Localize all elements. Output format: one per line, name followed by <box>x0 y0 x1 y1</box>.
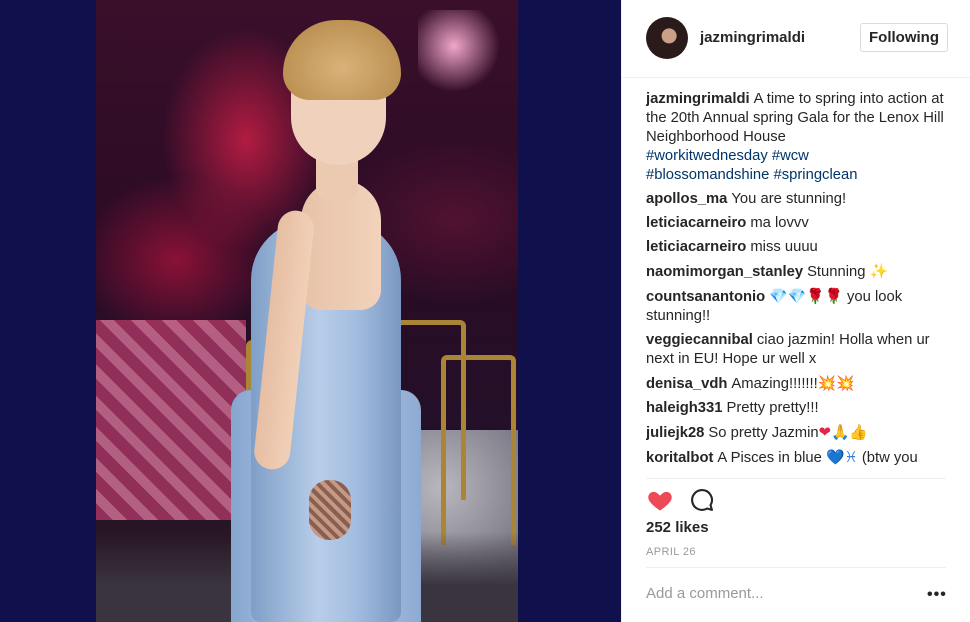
heart-icon <box>648 491 672 511</box>
blue-heart-pisces-icon: 💙♓ <box>826 449 858 466</box>
post-date: APRIL 26 <box>646 546 696 558</box>
photo-pane <box>0 0 621 622</box>
hashtag[interactable]: #workitwednesday <box>646 148 768 164</box>
header-username[interactable]: jazmingrimaldi <box>700 29 805 46</box>
comment-text-continued: (btw you <box>861 450 918 466</box>
caption-username[interactable]: jazmingrimaldi <box>646 91 750 107</box>
avatar[interactable] <box>646 17 688 59</box>
comment: haleigh331 Pretty pretty!!! <box>646 399 951 418</box>
comment-button[interactable] <box>688 486 716 514</box>
post-photo[interactable] <box>96 0 518 622</box>
comment-username[interactable]: veggiecannibal <box>646 332 753 348</box>
photo-hair <box>283 20 401 100</box>
comment-username[interactable]: naomimorgan_stanley <box>646 264 803 280</box>
comment-username[interactable]: denisa_vdh <box>646 376 727 392</box>
comment-bubble-icon <box>691 489 713 511</box>
comment: juliejk28 So pretty Jazmin❤🙏👍 <box>646 423 951 443</box>
caption: jazmingrimaldi A time to spring into acti… <box>646 90 951 185</box>
photo-woman <box>211 10 441 622</box>
comment-username[interactable]: countsanantonio <box>646 289 765 305</box>
comment: countsanantonio 💎💎🌹🌹 you look stunning!! <box>646 287 951 326</box>
photo-chair <box>441 355 516 545</box>
hashtag[interactable]: #blossomandshine <box>646 167 769 183</box>
comment-text: A Pisces in blue <box>717 450 822 466</box>
comment: naomimorgan_stanley Stunning ✨ <box>646 262 951 282</box>
hashtag[interactable]: #springclean <box>774 167 858 183</box>
like-button[interactable] <box>646 486 674 514</box>
comment-text: Amazing!!!!!!! <box>731 376 818 392</box>
post-sidebar: jazmingrimaldi Following jazmingrimaldi A… <box>621 0 970 622</box>
sparkles-icon: ✨ <box>869 263 889 280</box>
divider <box>646 567 946 568</box>
comment-username[interactable]: haleigh331 <box>646 400 722 416</box>
more-options-icon[interactable]: ••• <box>927 586 947 604</box>
comment-username[interactable]: leticiacarneiro <box>646 239 746 255</box>
hashtag[interactable]: #wcw <box>772 148 809 164</box>
comment-username[interactable]: leticiacarneiro <box>646 215 746 231</box>
following-button[interactable]: Following <box>860 23 948 52</box>
heart-pray-thumb-icon: ❤🙏👍 <box>818 424 868 441</box>
comment-text: So pretty Jazmin <box>708 425 819 441</box>
comment: koritalbot A Pisces in blue 💙♓ (btw you <box>646 448 951 468</box>
comment-text: You are stunning! <box>731 191 847 207</box>
divider <box>646 478 946 479</box>
comment-username[interactable]: juliejk28 <box>646 425 704 441</box>
comment: veggiecannibal ciao jazmin! Holla when ur… <box>646 331 951 369</box>
likes-count[interactable]: 252 likes <box>646 519 709 536</box>
comment: apollos_ma You are stunning! <box>646 190 951 209</box>
comment-username[interactable]: apollos_ma <box>646 191 727 207</box>
comment-text: Pretty pretty!!! <box>726 400 819 416</box>
comment: denisa_vdh Amazing!!!!!!!💥💥 <box>646 374 951 394</box>
comment-username[interactable]: koritalbot <box>646 450 713 466</box>
comment-text: ma lovvv <box>750 215 809 231</box>
comment: leticiacarneiro ma lovvv <box>646 214 951 233</box>
collision-icon: 💥💥 <box>817 375 855 392</box>
comment-text: Stunning <box>807 264 866 280</box>
add-comment-input[interactable] <box>646 585 896 602</box>
post-header: jazmingrimaldi Following <box>622 0 970 78</box>
photo-clutch <box>309 480 351 540</box>
comment-text: miss uuuu <box>750 239 818 255</box>
gem-rose-emoji-icon: 💎💎🌹🌹 <box>769 288 843 305</box>
comments-list: jazmingrimaldi A time to spring into acti… <box>646 90 951 475</box>
comment: leticiacarneiro miss uuuu <box>646 238 951 257</box>
